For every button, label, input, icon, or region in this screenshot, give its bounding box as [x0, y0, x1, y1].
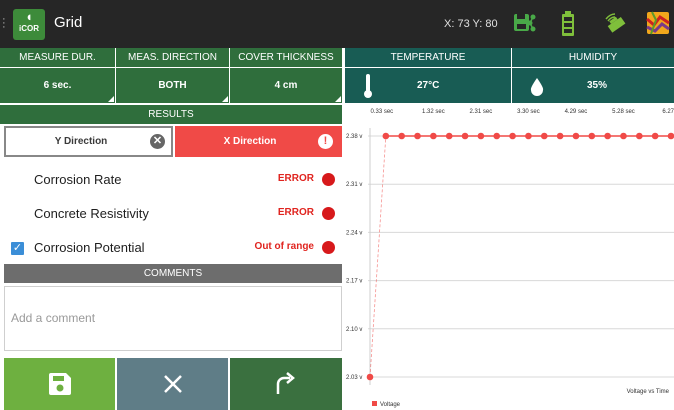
battery-icon	[562, 11, 574, 36]
save-button[interactable]	[4, 358, 115, 410]
cover-thickness-select[interactable]: 4 cm	[230, 67, 343, 103]
map-icon[interactable]	[646, 11, 670, 35]
result-row-corrosion-potential[interactable]: ✓ Corrosion Potential Out of range	[0, 233, 342, 263]
temperature-value: 27°C	[417, 80, 440, 91]
x-tick-label: 5.28 sec	[612, 109, 635, 115]
menu-icon[interactable]: · · ·	[2, 14, 7, 33]
voltage-time-chart: 0.33 sec 1.32 sec 2.31 sec 3.30 sec 4.29 sec…	[346, 109, 674, 408]
data-point	[382, 132, 390, 140]
close-circle-icon[interactable]: ✕	[150, 134, 165, 149]
data-point	[414, 132, 421, 140]
data-point	[493, 132, 501, 140]
data-point	[604, 132, 611, 140]
y-tick-label: 2.03 v	[346, 375, 362, 381]
temperature-label: TEMPERATURE	[345, 48, 512, 67]
warning-icon: !	[318, 134, 333, 149]
results-header: RESULTS	[0, 105, 342, 124]
data-point	[556, 132, 564, 140]
status-dot-icon	[322, 241, 335, 254]
y-tick-label: 2.10 v	[346, 327, 362, 333]
x-tick-label: 1.32 sec	[422, 109, 445, 115]
humidity-value: 35%	[587, 80, 608, 91]
thermometer-icon	[364, 74, 372, 98]
y-tick-label: 2.31 v	[346, 182, 362, 188]
meas-direction-select[interactable]: BOTH	[116, 67, 230, 103]
x-tick-label: 4.29 sec	[565, 109, 588, 115]
droplet-icon	[530, 78, 544, 96]
status-dot-icon	[322, 207, 335, 220]
x-tick-label: 2.31 sec	[470, 109, 493, 115]
cancel-button[interactable]	[117, 358, 228, 410]
meas-direction-label: MEAS. DIRECTION	[116, 48, 230, 67]
chart-annotation: Voltage vs Time	[627, 389, 670, 395]
y-tick-label: 2.24 v	[346, 230, 362, 236]
x-tick-label: 6.27	[662, 109, 674, 115]
data-point	[651, 132, 659, 140]
data-point	[636, 132, 643, 140]
result-status: Out of range	[254, 241, 314, 252]
legend-swatch	[372, 401, 377, 406]
top-bar: · · · ◖ iCOR Grid X: 73 Y: 80	[0, 0, 674, 48]
y-tick-label: 2.38 v	[346, 134, 362, 140]
y-tick-label: 2.17 v	[346, 279, 362, 285]
status-dot-icon	[322, 173, 335, 186]
grid-coordinates: X: 73 Y: 80	[444, 18, 498, 30]
tab-y-label: Y Direction	[54, 136, 108, 147]
close-icon	[164, 375, 182, 393]
result-name: Corrosion Rate	[34, 172, 122, 187]
comment-input[interactable]	[11, 311, 311, 325]
dropdown-corner-icon	[108, 96, 114, 102]
temperature-display: 27°C	[345, 67, 512, 103]
legend-label: Voltage	[380, 402, 401, 408]
x-tick-label: 3.30 sec	[517, 109, 540, 115]
save-share-icon[interactable]	[513, 11, 537, 35]
redo-button[interactable]	[230, 358, 342, 410]
save-icon	[49, 373, 71, 395]
data-point	[430, 132, 437, 140]
data-point	[620, 132, 627, 140]
data-point	[398, 132, 405, 140]
data-point	[540, 132, 548, 140]
measure-dur-value: 6 sec.	[43, 80, 72, 91]
data-point	[366, 373, 374, 381]
app-logo: ◖ iCOR	[13, 9, 45, 40]
x-tick-label: 0.33 sec	[370, 109, 393, 115]
comment-box[interactable]	[4, 286, 342, 351]
result-row-corrosion-rate[interactable]: Corrosion Rate ERROR	[0, 165, 342, 195]
measure-dur-select[interactable]: 6 sec.	[0, 67, 116, 103]
result-status: ERROR	[277, 173, 314, 184]
result-row-concrete-resistivity[interactable]: Concrete Resistivity ERROR	[0, 199, 342, 229]
data-point	[461, 132, 469, 140]
data-point	[445, 132, 453, 140]
comments-header: COMMENTS	[4, 264, 342, 283]
measure-dur-label: MEASURE DUR.	[0, 48, 116, 67]
dropdown-corner-icon	[222, 96, 228, 102]
checkbox-checked-icon[interactable]: ✓	[11, 242, 24, 255]
tab-x-label: X Direction	[223, 136, 277, 147]
data-point	[572, 132, 580, 140]
tab-x-direction[interactable]: X Direction !	[175, 126, 342, 157]
result-name: Concrete Resistivity	[34, 206, 149, 221]
series-riser	[369, 135, 387, 378]
redo-icon	[276, 372, 295, 394]
humidity-label: HUMIDITY	[512, 48, 674, 67]
app-title: Grid	[54, 14, 83, 31]
dropdown-corner-icon	[335, 96, 341, 102]
cover-thickness-value: 4 cm	[274, 80, 298, 91]
result-name: Corrosion Potential	[34, 240, 145, 255]
data-point	[525, 132, 532, 140]
result-status: ERROR	[277, 207, 314, 218]
meas-direction-value: BOTH	[158, 80, 187, 91]
data-point	[509, 132, 516, 140]
cover-thickness-label: COVER THICKNESS	[230, 48, 343, 67]
tab-y-direction[interactable]: Y Direction ✕	[4, 126, 173, 157]
data-point	[667, 132, 674, 140]
humidity-display: 35%	[512, 67, 674, 103]
signal-icon	[605, 13, 626, 33]
data-point	[588, 132, 596, 140]
data-point	[477, 132, 485, 140]
